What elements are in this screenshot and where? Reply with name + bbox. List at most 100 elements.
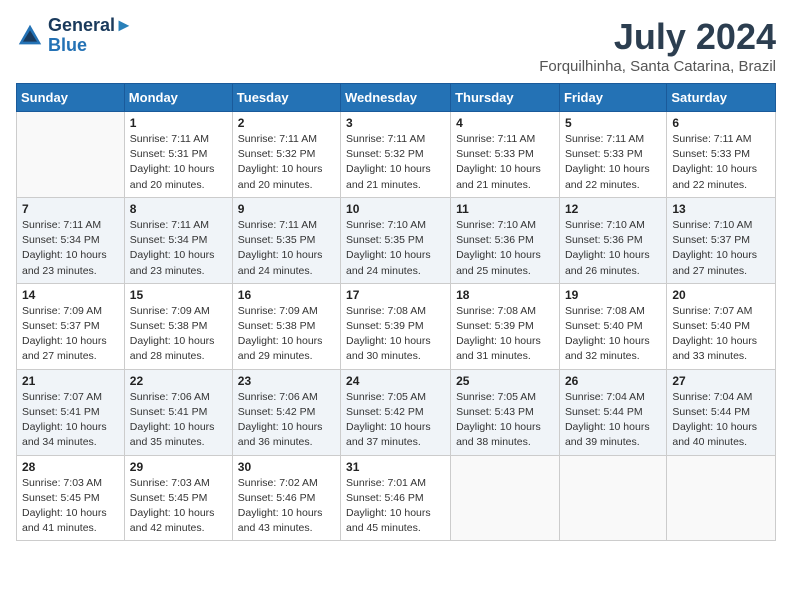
day-detail: Sunrise: 7:08 AMSunset: 5:39 PMDaylight:… [456, 304, 554, 365]
day-number: 17 [346, 288, 445, 302]
day-detail: Sunrise: 7:11 AMSunset: 5:32 PMDaylight:… [238, 132, 335, 193]
day-detail: Sunrise: 7:10 AMSunset: 5:36 PMDaylight:… [565, 218, 661, 279]
day-detail: Sunrise: 7:02 AMSunset: 5:46 PMDaylight:… [238, 476, 335, 537]
day-number: 14 [22, 288, 119, 302]
day-detail: Sunrise: 7:11 AMSunset: 5:34 PMDaylight:… [130, 218, 227, 279]
day-detail: Sunrise: 7:09 AMSunset: 5:38 PMDaylight:… [238, 304, 335, 365]
header-wednesday: Wednesday [341, 84, 451, 112]
location: Forquilhinha, Santa Catarina, Brazil [539, 58, 776, 75]
day-detail: Sunrise: 7:08 AMSunset: 5:40 PMDaylight:… [565, 304, 661, 365]
day-number: 8 [130, 202, 227, 216]
calendar-cell: 20Sunrise: 7:07 AMSunset: 5:40 PMDayligh… [667, 283, 776, 369]
calendar-cell: 29Sunrise: 7:03 AMSunset: 5:45 PMDayligh… [124, 455, 232, 541]
day-number: 19 [565, 288, 661, 302]
day-number: 27 [672, 374, 770, 388]
day-number: 13 [672, 202, 770, 216]
day-number: 25 [456, 374, 554, 388]
day-detail: Sunrise: 7:04 AMSunset: 5:44 PMDaylight:… [565, 390, 661, 451]
day-detail: Sunrise: 7:01 AMSunset: 5:46 PMDaylight:… [346, 476, 445, 537]
calendar-cell: 4Sunrise: 7:11 AMSunset: 5:33 PMDaylight… [451, 112, 560, 198]
calendar-cell [667, 455, 776, 541]
calendar-week-2: 7 Sunrise: 7:11 AMSunset: 5:34 PMDaylight… [17, 197, 776, 283]
title-block: July 2024 Forquilhinha, Santa Catarina, … [539, 16, 776, 75]
header-thursday: Thursday [451, 84, 560, 112]
page-header: General► Blue July 2024 Forquilhinha, Sa… [16, 16, 776, 75]
calendar-cell: 8 Sunrise: 7:11 AMSunset: 5:34 PMDaylight… [124, 197, 232, 283]
calendar-cell: 23 Sunrise: 7:06 AMSunset: 5:42 PMDayligh… [232, 369, 340, 455]
day-detail: Sunrise: 7:11 AMSunset: 5:31 PMDaylight:… [130, 132, 227, 193]
day-detail: Sunrise: 7:07 AMSunset: 5:41 PMDaylight:… [22, 390, 119, 451]
day-detail: Sunrise: 7:06 AMSunset: 5:42 PMDaylight:… [238, 390, 335, 451]
day-number: 1 [130, 116, 227, 130]
calendar-cell: 30 Sunrise: 7:02 AMSunset: 5:46 PMDayligh… [232, 455, 340, 541]
day-detail: Sunrise: 7:10 AMSunset: 5:36 PMDaylight:… [456, 218, 554, 279]
day-number: 6 [672, 116, 770, 130]
header-monday: Monday [124, 84, 232, 112]
day-number: 23 [238, 374, 335, 388]
day-number: 4 [456, 116, 554, 130]
calendar-week-5: 28 Sunrise: 7:03 AMSunset: 5:45 PMDayligh… [17, 455, 776, 541]
calendar-week-4: 21 Sunrise: 7:07 AMSunset: 5:41 PMDayligh… [17, 369, 776, 455]
day-detail: Sunrise: 7:09 AMSunset: 5:37 PMDaylight:… [22, 304, 119, 365]
day-number: 7 [22, 202, 119, 216]
calendar-cell: 16 Sunrise: 7:09 AMSunset: 5:38 PMDayligh… [232, 283, 340, 369]
calendar-cell: 14 Sunrise: 7:09 AMSunset: 5:37 PMDayligh… [17, 283, 125, 369]
day-number: 22 [130, 374, 227, 388]
calendar-cell: 24Sunrise: 7:05 AMSunset: 5:42 PMDayligh… [341, 369, 451, 455]
logo-icon [16, 22, 44, 50]
calendar-cell [559, 455, 666, 541]
calendar-cell: 22 Sunrise: 7:06 AMSunset: 5:41 PMDayligh… [124, 369, 232, 455]
day-number: 20 [672, 288, 770, 302]
calendar-cell: 26 Sunrise: 7:04 AMSunset: 5:44 PMDayligh… [559, 369, 666, 455]
day-detail: Sunrise: 7:10 AMSunset: 5:37 PMDaylight:… [672, 218, 770, 279]
calendar-cell [451, 455, 560, 541]
day-detail: Sunrise: 7:09 AMSunset: 5:38 PMDaylight:… [130, 304, 227, 365]
day-detail: Sunrise: 7:03 AMSunset: 5:45 PMDaylight:… [22, 476, 119, 537]
calendar-cell: 2Sunrise: 7:11 AMSunset: 5:32 PMDaylight… [232, 112, 340, 198]
day-number: 18 [456, 288, 554, 302]
day-detail: Sunrise: 7:08 AMSunset: 5:39 PMDaylight:… [346, 304, 445, 365]
calendar-cell: 9Sunrise: 7:11 AMSunset: 5:35 PMDaylight… [232, 197, 340, 283]
day-number: 31 [346, 460, 445, 474]
logo-text: General► Blue [48, 16, 133, 56]
calendar-cell: 25 Sunrise: 7:05 AMSunset: 5:43 PMDayligh… [451, 369, 560, 455]
calendar-week-3: 14 Sunrise: 7:09 AMSunset: 5:37 PMDayligh… [17, 283, 776, 369]
day-detail: Sunrise: 7:05 AMSunset: 5:42 PMDaylight:… [346, 390, 445, 451]
calendar-week-1: 1 Sunrise: 7:11 AMSunset: 5:31 PMDaylight… [17, 112, 776, 198]
calendar-cell: 5 Sunrise: 7:11 AMSunset: 5:33 PMDaylight… [559, 112, 666, 198]
day-detail: Sunrise: 7:05 AMSunset: 5:43 PMDaylight:… [456, 390, 554, 451]
calendar-cell: 15Sunrise: 7:09 AMSunset: 5:38 PMDayligh… [124, 283, 232, 369]
calendar-cell: 28 Sunrise: 7:03 AMSunset: 5:45 PMDayligh… [17, 455, 125, 541]
calendar-cell: 7 Sunrise: 7:11 AMSunset: 5:34 PMDaylight… [17, 197, 125, 283]
calendar-cell: 6 Sunrise: 7:11 AMSunset: 5:33 PMDaylight… [667, 112, 776, 198]
day-detail: Sunrise: 7:11 AMSunset: 5:33 PMDaylight:… [565, 132, 661, 193]
calendar-cell: 27 Sunrise: 7:04 AMSunset: 5:44 PMDayligh… [667, 369, 776, 455]
day-detail: Sunrise: 7:11 AMSunset: 5:33 PMDaylight:… [672, 132, 770, 193]
day-detail: Sunrise: 7:11 AMSunset: 5:34 PMDaylight:… [22, 218, 119, 279]
calendar-cell: 11Sunrise: 7:10 AMSunset: 5:36 PMDayligh… [451, 197, 560, 283]
day-detail: Sunrise: 7:11 AMSunset: 5:32 PMDaylight:… [346, 132, 445, 193]
day-number: 30 [238, 460, 335, 474]
day-number: 26 [565, 374, 661, 388]
day-number: 12 [565, 202, 661, 216]
header-tuesday: Tuesday [232, 84, 340, 112]
day-number: 10 [346, 202, 445, 216]
day-detail: Sunrise: 7:06 AMSunset: 5:41 PMDaylight:… [130, 390, 227, 451]
day-detail: Sunrise: 7:03 AMSunset: 5:45 PMDaylight:… [130, 476, 227, 537]
day-number: 5 [565, 116, 661, 130]
header-friday: Friday [559, 84, 666, 112]
calendar-cell: 12 Sunrise: 7:10 AMSunset: 5:36 PMDayligh… [559, 197, 666, 283]
day-number: 21 [22, 374, 119, 388]
day-number: 28 [22, 460, 119, 474]
calendar-cell: 10Sunrise: 7:10 AMSunset: 5:35 PMDayligh… [341, 197, 451, 283]
calendar-cell: 17 Sunrise: 7:08 AMSunset: 5:39 PMDayligh… [341, 283, 451, 369]
calendar-cell: 18 Sunrise: 7:08 AMSunset: 5:39 PMDayligh… [451, 283, 560, 369]
calendar-cell: 21 Sunrise: 7:07 AMSunset: 5:41 PMDayligh… [17, 369, 125, 455]
day-number: 9 [238, 202, 335, 216]
calendar-cell: 19 Sunrise: 7:08 AMSunset: 5:40 PMDayligh… [559, 283, 666, 369]
calendar-cell: 1 Sunrise: 7:11 AMSunset: 5:31 PMDaylight… [124, 112, 232, 198]
calendar-table: SundayMondayTuesdayWednesdayThursdayFrid… [16, 83, 776, 541]
calendar-cell [17, 112, 125, 198]
day-detail: Sunrise: 7:04 AMSunset: 5:44 PMDaylight:… [672, 390, 770, 451]
day-number: 16 [238, 288, 335, 302]
